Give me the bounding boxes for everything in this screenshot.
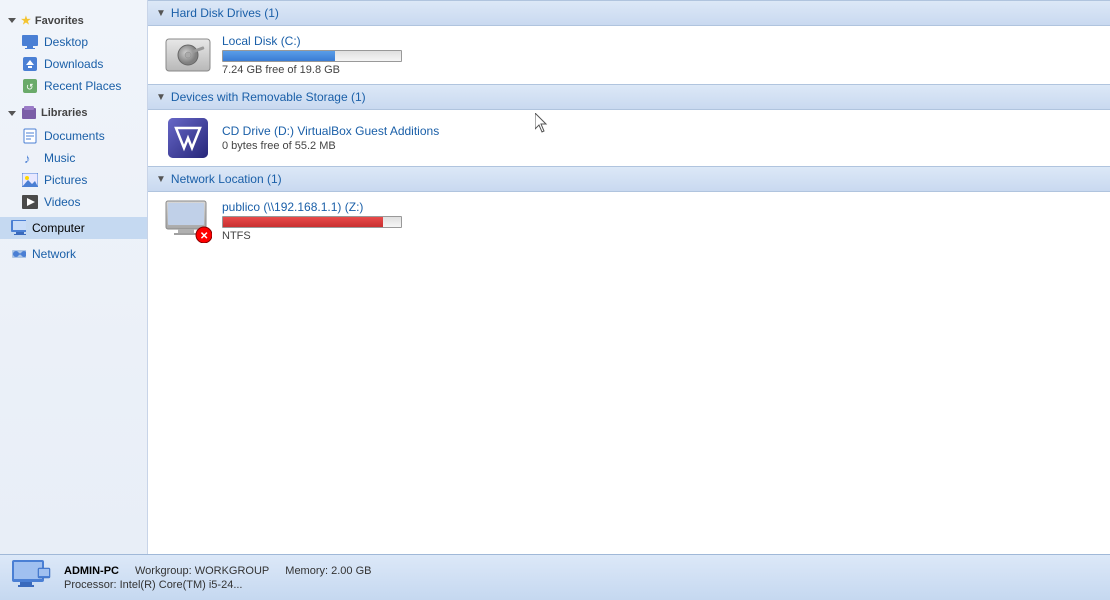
desktop-label: Desktop xyxy=(44,35,88,49)
network-group: Network xyxy=(0,243,147,265)
computer-label: Computer xyxy=(32,221,85,235)
svg-text:✕: ✕ xyxy=(200,231,208,242)
publico-z-name: publico (\\192.168.1.1) (Z:) xyxy=(222,200,402,214)
hard-disk-drives-header[interactable]: ▼ Hard Disk Drives (1) xyxy=(148,0,1110,26)
music-svg: ♪ xyxy=(22,150,38,166)
cd-svg xyxy=(164,116,212,160)
cd-drive-icon xyxy=(164,118,212,158)
sidebar-item-pictures[interactable]: Pictures xyxy=(0,169,147,191)
cd-drive-d-size: 0 bytes free of 55.2 MB xyxy=(222,140,439,152)
videos-icon xyxy=(22,194,38,210)
local-disk-c-progress-container xyxy=(222,50,402,62)
sidebar-item-videos[interactable]: Videos xyxy=(0,191,147,213)
music-icon: ♪ xyxy=(22,150,38,166)
videos-label: Videos xyxy=(44,195,80,209)
desktop-svg xyxy=(22,35,38,49)
network-svg xyxy=(10,246,26,262)
computer-group: Computer xyxy=(0,217,147,239)
network-section-title: Network Location (1) xyxy=(171,172,282,186)
favorites-group: ★ Favorites Desktop xyxy=(0,10,147,97)
sidebar: ★ Favorites Desktop xyxy=(0,0,148,554)
status-computer-icon xyxy=(10,558,52,597)
status-text-area: ADMIN-PC Workgroup: WORKGROUP Memory: 2.… xyxy=(64,565,371,591)
downloads-svg xyxy=(22,56,38,72)
network-location-header[interactable]: ▼ Network Location (1) xyxy=(148,166,1110,192)
local-disk-c-info: Local Disk (C:) 7.24 GB free of 19.8 GB xyxy=(222,34,402,76)
status-memory: Memory: 2.00 GB xyxy=(285,565,371,577)
sidebar-item-documents[interactable]: Documents xyxy=(0,125,147,147)
cd-drive-d-item[interactable]: CD Drive (D:) VirtualBox Guest Additions… xyxy=(148,110,1110,166)
local-disk-c-name: Local Disk (C:) xyxy=(222,34,402,48)
status-bar: ADMIN-PC Workgroup: WORKGROUP Memory: 2.… xyxy=(0,554,1110,600)
net-drive-svg: ✕ xyxy=(164,199,212,243)
status-pc-name: ADMIN-PC xyxy=(64,565,119,577)
favorites-header[interactable]: ★ Favorites xyxy=(0,10,147,31)
main-container: ★ Favorites Desktop xyxy=(0,0,1110,554)
status-line2: Processor: Intel(R) Core(TM) i5-24... xyxy=(64,579,371,591)
cd-drive-d-name: CD Drive (D:) VirtualBox Guest Additions xyxy=(222,124,439,138)
sidebar-item-desktop[interactable]: Desktop xyxy=(0,31,147,53)
removable-storage-header[interactable]: ▼ Devices with Removable Storage (1) xyxy=(148,84,1110,110)
recent-label: Recent Places xyxy=(44,79,121,93)
computer-icon xyxy=(10,220,26,236)
network-label: Network xyxy=(32,247,76,261)
sidebar-item-computer[interactable]: Computer xyxy=(0,217,147,239)
status-pc-svg xyxy=(10,558,52,594)
videos-svg xyxy=(22,195,38,209)
documents-svg xyxy=(23,128,37,144)
sidebar-item-network[interactable]: Network xyxy=(0,243,147,265)
documents-icon xyxy=(22,128,38,144)
libraries-group: Libraries Documents ♪ xyxy=(0,101,147,213)
libraries-arrow xyxy=(8,111,16,116)
pictures-label: Pictures xyxy=(44,173,87,187)
cd-drive-d-info: CD Drive (D:) VirtualBox Guest Additions… xyxy=(222,124,439,152)
sidebar-item-recent[interactable]: ↺ Recent Places xyxy=(0,75,147,97)
local-disk-c-size: 7.24 GB free of 19.8 GB xyxy=(222,64,402,76)
network-collapse-arrow: ▼ xyxy=(156,174,166,185)
svg-text:♪: ♪ xyxy=(24,151,31,166)
hdd-svg xyxy=(164,35,212,75)
sidebar-item-music[interactable]: ♪ Music xyxy=(0,147,147,169)
network-drive-icon: ✕ xyxy=(164,201,212,241)
pictures-icon xyxy=(22,172,38,188)
favorites-arrow xyxy=(8,18,16,23)
music-label: Music xyxy=(44,151,75,165)
hdd-drive-icon xyxy=(164,35,212,75)
libraries-icon xyxy=(21,105,37,121)
hdd-section-title: Hard Disk Drives (1) xyxy=(171,6,279,20)
removable-section-title: Devices with Removable Storage (1) xyxy=(171,90,366,104)
sidebar-item-downloads[interactable]: Downloads xyxy=(0,53,147,75)
removable-collapse-arrow: ▼ xyxy=(156,92,166,103)
local-disk-c-progress-fill xyxy=(223,51,335,61)
publico-z-progress-fill xyxy=(223,217,383,227)
status-processor: Processor: Intel(R) Core(TM) i5-24... xyxy=(64,579,242,591)
status-workgroup: Workgroup: WORKGROUP xyxy=(135,565,269,577)
documents-label: Documents xyxy=(44,129,105,143)
content-area: ▼ Hard Disk Drives (1) xyxy=(148,0,1110,554)
libraries-header[interactable]: Libraries xyxy=(0,101,147,125)
status-line1: ADMIN-PC Workgroup: WORKGROUP Memory: 2.… xyxy=(64,565,371,577)
star-icon: ★ xyxy=(21,14,31,27)
downloads-label: Downloads xyxy=(44,57,103,71)
desktop-icon xyxy=(22,34,38,50)
svg-text:↺: ↺ xyxy=(26,82,34,92)
recent-svg: ↺ xyxy=(22,78,38,94)
libraries-label: Libraries xyxy=(41,107,87,119)
favorites-label: Favorites xyxy=(35,15,84,27)
recent-icon: ↺ xyxy=(22,78,38,94)
local-disk-c-item[interactable]: Local Disk (C:) 7.24 GB free of 19.8 GB xyxy=(148,26,1110,84)
publico-z-item[interactable]: ✕ publico (\\192.168.1.1) (Z:) NTFS xyxy=(148,192,1110,250)
publico-z-progress-container xyxy=(222,216,402,228)
publico-z-size: NTFS xyxy=(222,230,402,242)
pictures-svg xyxy=(22,173,38,187)
hdd-collapse-arrow: ▼ xyxy=(156,8,166,19)
computer-svg xyxy=(10,220,26,236)
publico-z-info: publico (\\192.168.1.1) (Z:) NTFS xyxy=(222,200,402,242)
network-icon xyxy=(10,246,26,262)
downloads-icon xyxy=(22,56,38,72)
